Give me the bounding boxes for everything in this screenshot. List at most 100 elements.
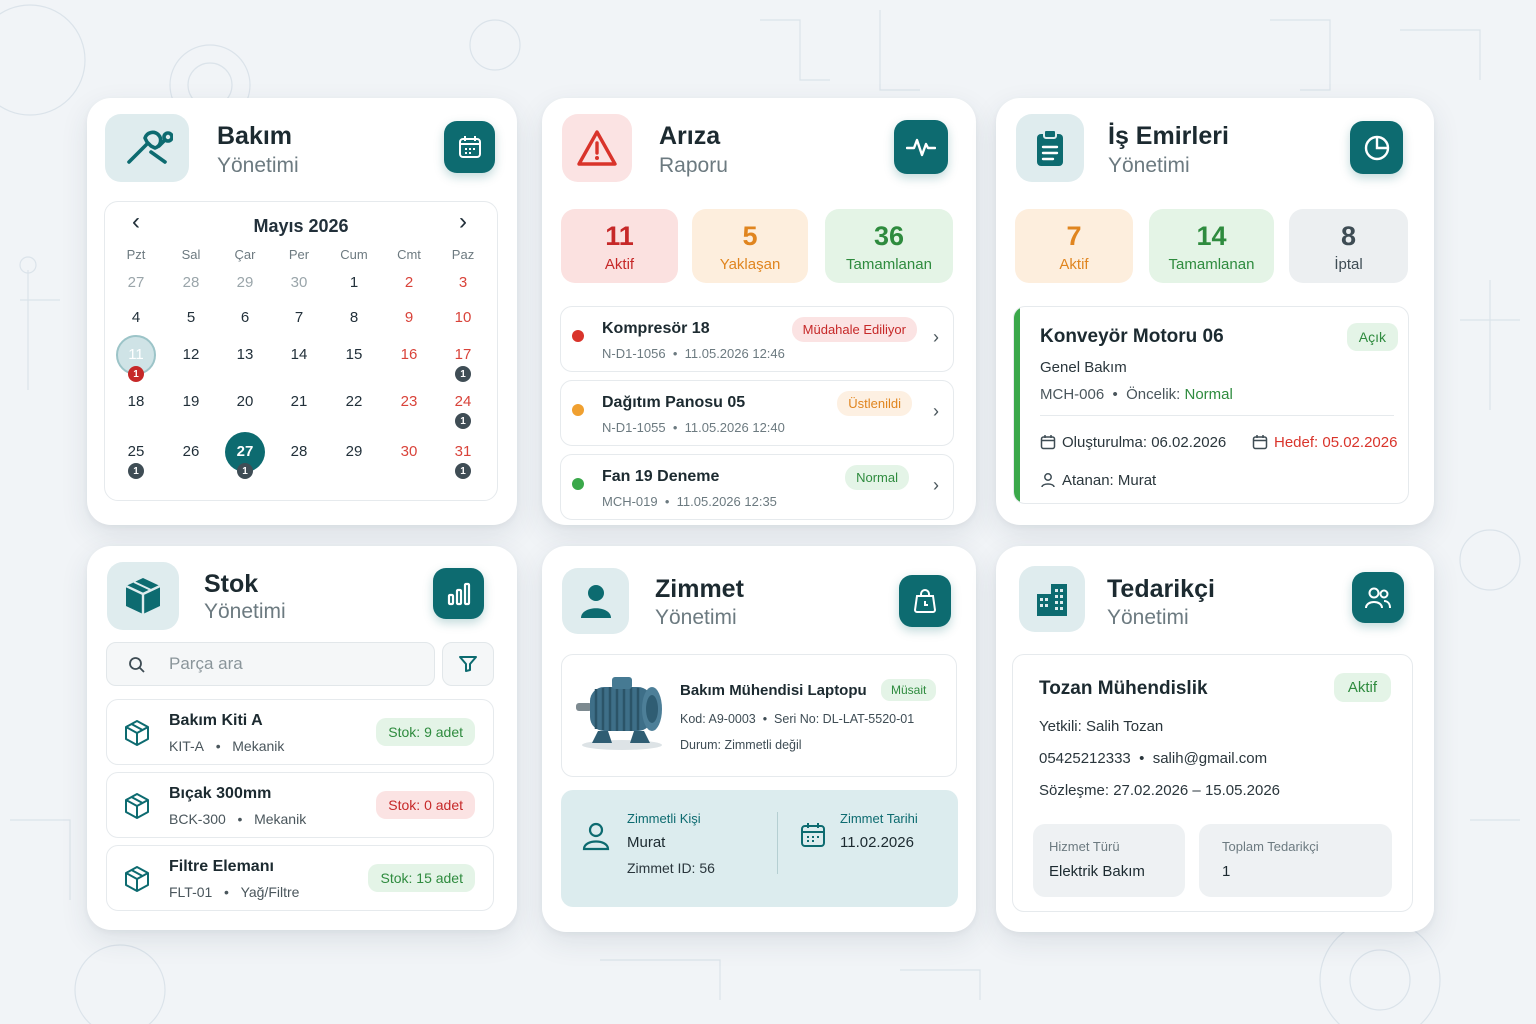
calendar-day[interactable]: 25 — [109, 443, 163, 460]
calendar-day[interactable]: 30 — [382, 443, 436, 460]
bakim-card: Bakım Yönetimi ‹ Mayıs 2026 › Pzt Sal Çar P… — [87, 98, 517, 525]
next-month-button[interactable]: › — [459, 208, 467, 236]
stock-item[interactable]: Bakım Kiti A KIT-A • Mekanik Stok: 9 ade… — [106, 699, 494, 765]
calendar-day[interactable]: 17 — [436, 346, 490, 363]
item-title: Bakım Kiti A — [169, 712, 263, 729]
calendar-day[interactable]: 22 — [327, 393, 381, 410]
assignment-panel: Zimmetli Kişi Murat Zimmet ID: 56 Zimmet… — [561, 790, 958, 907]
calendar-day[interactable]: 21 — [272, 393, 326, 410]
stock-badge: Stok: 0 adet — [376, 791, 475, 819]
bakim-icon-tile — [105, 114, 189, 182]
calendar-day[interactable]: 24 — [436, 393, 490, 410]
calendar-day[interactable]: 29 — [327, 443, 381, 460]
calendar-day[interactable]: 29 — [218, 274, 272, 291]
fault-item[interactable]: Fan 19 Deneme MCH-019 • 11.05.2026 12:35… — [560, 454, 954, 520]
users-icon — [1365, 587, 1391, 608]
calendar: ‹ Mayıs 2026 › Pzt Sal Çar Per Cum Cmt Paz 27 28… — [104, 201, 498, 501]
stock-badge: Stok: 15 adet — [368, 864, 475, 892]
users-button[interactable] — [1352, 572, 1404, 623]
calendar-day[interactable]: 28 — [272, 443, 326, 460]
stat-completed[interactable]: 36 Tamamlanan — [825, 209, 953, 283]
calendar-day[interactable]: 10 — [436, 309, 490, 326]
wrench-icon — [127, 130, 173, 164]
stat-active[interactable]: 11 Aktif — [561, 209, 678, 283]
calendar-button[interactable] — [444, 121, 495, 173]
calendar-day[interactable]: 6 — [218, 309, 272, 326]
calendar-day[interactable]: 4 — [109, 309, 163, 326]
filter-icon — [459, 656, 477, 672]
item-title: Bıçak 300mm — [169, 785, 272, 802]
calendar-day[interactable]: 23 — [382, 393, 436, 410]
calendar-icon — [458, 136, 481, 158]
card-title: Tedarikçi — [1107, 575, 1215, 603]
supplier-card[interactable]: Tozan Mühendislik Aktif Yetkili: Salih T… — [1012, 654, 1413, 912]
history-button[interactable] — [899, 575, 951, 627]
asset-card[interactable]: Bakım Mühendisi Laptopu Müsait Kod: A9-0… — [561, 654, 957, 777]
event-count-badge: 1 — [455, 366, 471, 382]
chevron-right-icon: › — [933, 401, 939, 421]
status-badge: Açık — [1346, 323, 1398, 351]
calendar-month: Mayıs 2026 — [253, 216, 349, 236]
stock-badge: Stok: 9 adet — [376, 718, 475, 746]
work-order-card[interactable]: Konveyör Motoru 06 Açık Genel Bakım MCH-… — [1013, 306, 1409, 504]
stat-active[interactable]: 7 Aktif — [1015, 209, 1133, 283]
calendar-day[interactable]: 19 — [164, 393, 218, 410]
calendar-day[interactable]: 14 — [272, 346, 326, 363]
calendar-day[interactable]: 30 — [272, 274, 326, 291]
calendar-day[interactable]: 2 — [382, 274, 436, 291]
calendar-day[interactable]: 9 — [382, 309, 436, 326]
calendar-day[interactable]: 5 — [164, 309, 218, 326]
tedarikci-icon-tile — [1019, 566, 1085, 632]
calendar-day[interactable]: 20 — [218, 393, 272, 410]
filter-button[interactable] — [442, 642, 494, 686]
item-meta: FLT-01 • Yağ/Filtre — [169, 884, 300, 900]
stock-item[interactable]: Bıçak 300mm BCK-300 • Mekanik Stok: 0 ad… — [106, 772, 494, 838]
asset-name: Bakım Mühendisi Laptopu — [680, 682, 867, 699]
fault-item[interactable]: Dağıtım Panosu 05 N-D1-1055 • 11.05.2026… — [560, 380, 954, 446]
bar-chart-button[interactable] — [433, 568, 484, 619]
fault-item[interactable]: Kompresör 18 N-D1-1056 • 11.05.2026 12:4… — [560, 306, 954, 372]
calendar-day[interactable]: 12 — [164, 346, 218, 363]
calendar-day[interactable]: 16 — [382, 346, 436, 363]
calendar-day[interactable]: 11 — [109, 346, 163, 363]
calendar-day[interactable]: 3 — [436, 274, 490, 291]
bar-chart-icon — [447, 582, 470, 605]
event-count-badge: 1 — [455, 463, 471, 479]
stat-completed[interactable]: 14 Tamamlanan — [1149, 209, 1274, 283]
target-date: Hedef: 05.02.2026 — [1274, 434, 1398, 451]
calendar-day[interactable]: 28 — [164, 274, 218, 291]
assignee: Atanan: Murat — [1062, 472, 1157, 489]
calendar-day[interactable]: 27 — [109, 274, 163, 291]
status-badge: Üstlenildi — [837, 391, 912, 416]
calendar-day[interactable]: 1 — [327, 274, 381, 291]
stock-item[interactable]: Filtre Elemanı FLT-01 • Yağ/Filtre Stok:… — [106, 845, 494, 911]
card-title: İş Emirleri — [1108, 122, 1229, 150]
weekday-label: Cmt — [397, 247, 421, 262]
asset-codes: Kod: A9-0003 • Seri No: DL-LAT-5520-01 — [680, 712, 915, 726]
stat-upcoming[interactable]: 5 Yaklaşan — [692, 209, 808, 283]
calendar-day[interactable]: 13 — [218, 346, 272, 363]
calendar-day[interactable]: 27 — [218, 443, 272, 460]
fault-title: Dağıtım Panosu 05 — [602, 394, 746, 411]
building-icon — [1037, 584, 1067, 616]
calendar-day[interactable]: 15 — [327, 346, 381, 363]
card-subtitle: Yönetimi — [1108, 154, 1190, 177]
motor-image — [576, 677, 662, 750]
calendar-day[interactable]: 8 — [327, 309, 381, 326]
weekday-label: Pzt — [126, 247, 146, 262]
tedarikci-card: Tedarikçi Yönetimi Tozan Mühendislik Akt… — [996, 546, 1434, 932]
pie-chart-button[interactable] — [1350, 121, 1403, 174]
calendar-day[interactable]: 7 — [272, 309, 326, 326]
search-input[interactable]: Parça ara — [106, 642, 435, 686]
calendar-day[interactable]: 18 — [109, 393, 163, 410]
assignment-date: 11.02.2026 — [840, 834, 914, 851]
card-subtitle: Yönetimi — [217, 154, 299, 177]
clock-bag-icon — [913, 589, 937, 613]
calendar-day[interactable]: 26 — [164, 443, 218, 460]
contract-dates: Sözleşme: 27.02.2026 – 15.05.2026 — [1039, 782, 1281, 799]
status-badge: Normal — [845, 465, 909, 490]
stat-cancelled[interactable]: 8 İptal — [1289, 209, 1408, 283]
calendar-day[interactable]: 31 — [436, 443, 490, 460]
asset-status: Durum: Zimmetli değil — [680, 738, 802, 752]
pulse-button[interactable] — [894, 120, 948, 174]
